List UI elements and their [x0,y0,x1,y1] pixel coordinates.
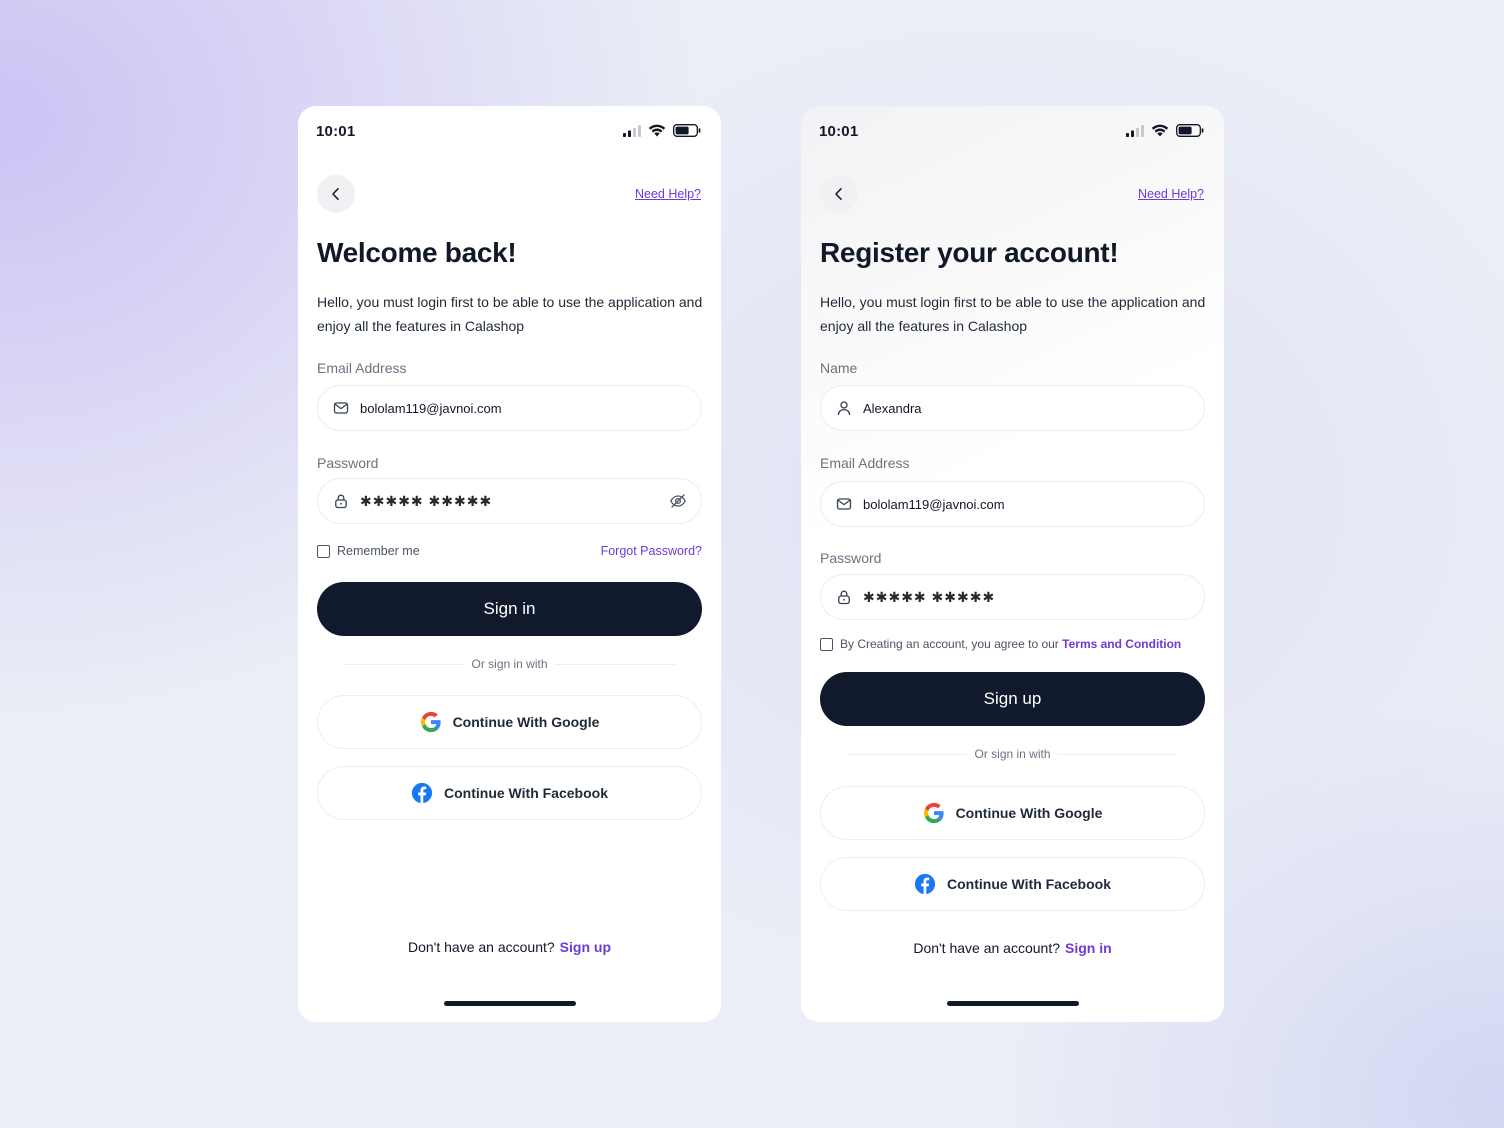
page-subtitle: Hello, you must login first to be able t… [317,294,703,334]
mail-icon [333,400,349,416]
page-title: Welcome back! [317,237,517,268]
divider-line [1057,753,1178,755]
google-icon [420,711,442,733]
password-value: ✱✱✱✱✱ ✱✱✱✱✱ [863,588,996,605]
terms-prefix: By Creating an account, you agree to our [840,637,1059,651]
terms-text: By Creating an account, you agree to our… [840,637,1181,651]
lock-icon [333,493,349,509]
terms-agreement[interactable]: By Creating an account, you agree to our… [820,637,1181,651]
chevron-left-icon [328,186,344,202]
facebook-label: Continue With Facebook [444,785,608,801]
facebook-button[interactable]: Continue With Facebook [820,857,1205,911]
signal-icon [1126,125,1144,137]
chevron-left-icon [831,186,847,202]
page-subtitle: Hello, you must login first to be able t… [820,294,1206,334]
divider-line [344,663,465,665]
remember-label: Remember me [337,544,420,558]
status-bar: 10:01 [298,106,721,156]
wifi-icon [648,124,666,137]
status-time: 10:01 [316,123,356,140]
terms-link[interactable]: Terms and Condition [1062,637,1181,651]
divider-line [847,753,968,755]
status-bar: 10:01 [801,106,1224,156]
password-field[interactable]: ✱✱✱✱✱ ✱✱✱✱✱ [820,574,1205,620]
email-field[interactable]: bololam119@javnoi.com [820,481,1205,527]
google-icon [923,802,945,824]
facebook-icon [914,873,936,895]
page-title: Register your account! [820,237,1119,268]
facebook-icon [411,782,433,804]
footer-text: Don't have an account? [913,940,1060,956]
forgot-password-link[interactable]: Forgot Password? [601,544,702,558]
google-button[interactable]: Continue With Google [317,695,702,749]
name-field[interactable]: Alexandra [820,385,1205,431]
status-icons [623,124,701,137]
footer-text: Don't have an account? [408,939,555,955]
lock-icon [836,589,852,605]
home-indicator [444,1001,576,1006]
wifi-icon [1151,124,1169,137]
home-indicator [947,1001,1079,1006]
need-help-link[interactable]: Need Help? [1138,187,1204,201]
footer: Don't have an account? Sign up [298,939,721,955]
user-icon [836,400,852,416]
email-value: bololam119@javnoi.com [360,400,502,416]
sign-in-link[interactable]: Sign in [1065,940,1112,956]
register-screen: 10:01 Need Help? Register your account! … [801,106,1224,1022]
name-value: Alexandra [863,400,922,416]
divider-text: Or sign in with [471,657,548,671]
google-label: Continue With Google [955,805,1103,821]
need-help-link[interactable]: Need Help? [635,187,701,201]
back-button[interactable] [317,175,355,213]
sign-up-button[interactable]: Sign up [820,672,1205,726]
remember-checkbox[interactable] [317,544,330,558]
back-button[interactable] [820,175,858,213]
divider: Or sign in with [847,746,1178,762]
facebook-button[interactable]: Continue With Facebook [317,766,702,820]
password-value: ✱✱✱✱✱ ✱✱✱✱✱ [360,492,493,509]
password-label: Password [820,550,882,566]
google-button[interactable]: Continue With Google [820,786,1205,840]
signal-icon [623,125,641,137]
password-field[interactable]: ✱✱✱✱✱ ✱✱✱✱✱ [317,478,702,524]
sign-in-button[interactable]: Sign in [317,582,702,636]
remember-me[interactable]: Remember me [317,544,420,558]
name-label: Name [820,360,858,376]
email-value: bololam119@javnoi.com [863,496,1005,512]
status-time: 10:01 [819,123,859,140]
email-label: Email Address [317,360,407,376]
battery-icon [673,124,701,137]
facebook-label: Continue With Facebook [947,876,1111,892]
login-screen: 10:01 Need Help? Welcome back! Hello, yo… [298,106,721,1022]
status-icons [1126,124,1204,137]
battery-icon [1176,124,1204,137]
eye-off-icon[interactable] [669,492,687,510]
sign-up-link[interactable]: Sign up [560,939,611,955]
email-field[interactable]: bololam119@javnoi.com [317,385,702,431]
terms-checkbox[interactable] [820,637,833,651]
email-label: Email Address [820,455,910,471]
password-label: Password [317,455,379,471]
google-label: Continue With Google [452,714,600,730]
mail-icon [836,496,852,512]
divider: Or sign in with [344,656,675,672]
divider-line [554,663,675,665]
footer: Don't have an account? Sign in [801,940,1224,956]
divider-text: Or sign in with [974,747,1051,761]
